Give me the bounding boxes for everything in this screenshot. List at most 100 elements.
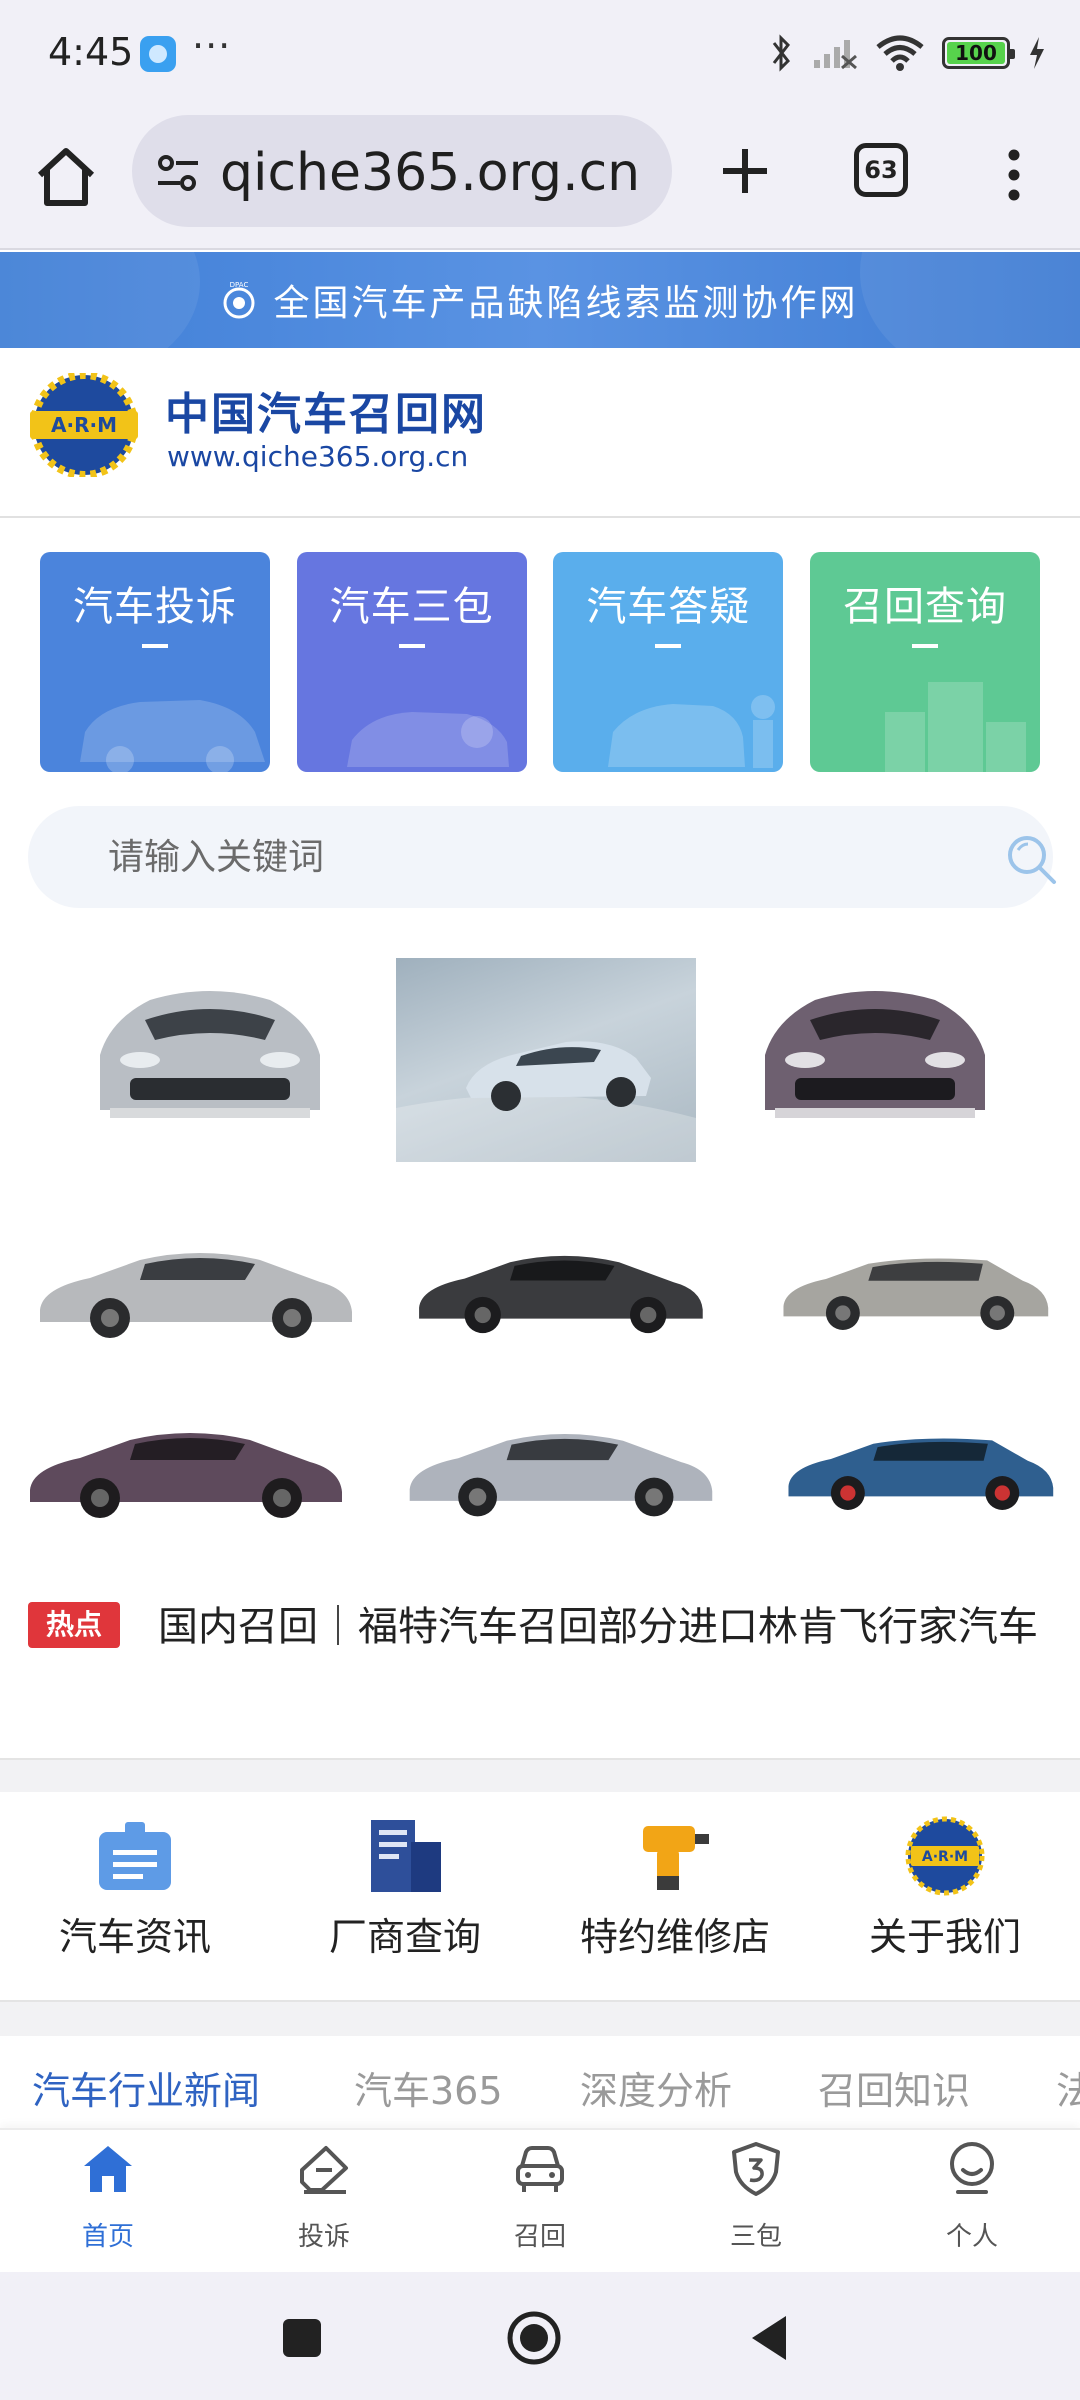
tab-industry-news[interactable]: 汽车行业新闻 — [32, 2060, 260, 2115]
arm-logo-text: A·R·M — [51, 413, 117, 437]
service-repair-shop[interactable]: 特约维修店 — [540, 1792, 810, 2000]
car-image-front-purple[interactable] — [730, 960, 1020, 1140]
arm-logo-text: A·R·M — [922, 1849, 968, 1865]
car-side-image — [419, 1255, 703, 1334]
shield-3-icon — [732, 2142, 780, 2196]
browser-menu-button[interactable] — [994, 141, 1034, 209]
back-button[interactable] — [742, 2310, 798, 2366]
nav-label: 个人 — [945, 2222, 998, 2252]
bluetooth-icon — [770, 33, 794, 73]
tab-law[interactable]: 法 — [1056, 2060, 1080, 2115]
tab-recall-knowledge[interactable]: 召回知识 — [818, 2060, 970, 2115]
nav-label: 投诉 — [297, 2222, 350, 2252]
signal-icon — [812, 36, 858, 70]
nav-label: 首页 — [81, 2222, 134, 2252]
car-front-image — [765, 991, 985, 1118]
arm-logo[interactable]: A·R·M — [20, 373, 148, 477]
section-divider — [0, 1758, 1080, 1792]
section-divider — [0, 2000, 1080, 2036]
service-car-news[interactable]: 汽车资讯 — [0, 1792, 270, 2000]
site-settings-icon[interactable] — [154, 149, 202, 197]
complaint-card[interactable]: 汽车投诉 — [40, 552, 270, 772]
nav-home[interactable]: 首页 — [0, 2130, 216, 2274]
service-about-us[interactable]: A·R·M 关于我们 — [810, 1792, 1080, 2000]
car-photo-studio[interactable] — [396, 958, 696, 1162]
site-header: A·R·M 中国汽车召回网 www.qiche365.org.cn — [0, 348, 1080, 518]
faq-card[interactable]: 汽车答疑 — [553, 552, 784, 772]
hot-news-item[interactable]: 热点 国内召回｜福特汽车召回部分进口林肯飞行家汽车 — [28, 1594, 1058, 1660]
car-front-image — [100, 991, 320, 1118]
service-label: 关于我们 — [868, 1915, 1021, 1959]
card-label: 召回查询 — [842, 584, 1007, 630]
car-image-side-purple[interactable] — [20, 1410, 350, 1520]
car-image-front-silver[interactable] — [70, 960, 350, 1140]
recent-apps-button[interactable] — [274, 2310, 330, 2366]
card-label: 汽车投诉 — [73, 584, 237, 630]
car-image-side-blue-wagon[interactable] — [780, 1410, 1060, 1520]
car-silhouette-icon — [608, 695, 776, 768]
news-icon — [99, 1822, 171, 1890]
hot-news-text: 国内召回｜福特汽车召回部分进口林肯飞行家汽车 — [158, 1604, 1038, 1650]
car-side-image — [409, 1433, 713, 1517]
service-label: 特约维修店 — [579, 1915, 770, 1959]
car-image-side-black[interactable] — [410, 1230, 710, 1340]
quick-cards: 汽车投诉 汽车三包 汽车答疑 召回查询 — [40, 552, 1040, 772]
app-notification-icon — [140, 36, 176, 72]
nav-label: 召回 — [513, 2222, 566, 2252]
home-outline-icon — [37, 148, 95, 206]
more-notifications-icon: ··· — [192, 24, 232, 68]
card-label: 汽车三包 — [329, 584, 494, 630]
car-side-image — [783, 1258, 1049, 1330]
car-image-side-light-silver[interactable] — [400, 1410, 720, 1520]
nav-complaint[interactable]: 投诉 — [216, 2130, 432, 2274]
car-side-image — [30, 1433, 342, 1518]
plus-icon — [723, 149, 767, 193]
bottom-navigation: 首页 投诉 召回 三包 个人 — [0, 2128, 1080, 2272]
nav-profile[interactable]: 个人 — [864, 2130, 1080, 2274]
search-input[interactable] — [108, 806, 968, 908]
tab-deep-analysis[interactable]: 深度分析 — [580, 2060, 732, 2115]
tab-qiche365[interactable]: 汽车365 — [354, 2060, 503, 2115]
battery-icon: 100 — [942, 37, 1015, 69]
car-side-image — [40, 1253, 352, 1338]
warranty-card[interactable]: 汽车三包 — [296, 552, 527, 772]
tab-switcher-button[interactable]: 63 — [854, 143, 908, 197]
nav-recall[interactable]: 召回 — [432, 2130, 648, 2274]
home-button[interactable] — [32, 143, 100, 211]
status-bar: 4:45 ··· 100 — [0, 0, 1080, 105]
recall-query-card[interactable]: 召回查询 — [809, 552, 1040, 772]
service-label: 汽车资讯 — [58, 1915, 211, 1959]
car-image-side-grey-wagon[interactable] — [775, 1230, 1055, 1340]
nav-warranty[interactable]: 三包 — [648, 2130, 864, 2274]
charging-icon — [1028, 37, 1046, 69]
more-vertical-icon — [1008, 149, 1020, 201]
wifi-icon — [876, 35, 924, 71]
complaint-icon — [300, 2146, 348, 2194]
service-manufacturer-query[interactable]: 厂商查询 — [270, 1792, 540, 2000]
card-label: 汽车答疑 — [586, 584, 751, 630]
drill-icon — [643, 1826, 709, 1890]
car-image-side-silver[interactable] — [30, 1230, 360, 1340]
status-time: 4:45 — [48, 30, 134, 74]
search-icon[interactable] — [1004, 832, 1058, 886]
hot-badge: 热点 — [28, 1602, 120, 1648]
service-label: 厂商查询 — [328, 1915, 481, 1959]
dpac-banner[interactable]: DPAC 全国汽车产品缺陷线索监测协作网 — [0, 252, 1080, 348]
browser-toolbar: qiche365.org.cn 63 — [0, 105, 1080, 250]
arm-logo-icon: A·R·M — [905, 1816, 985, 1896]
car-side-image — [788, 1438, 1054, 1510]
new-tab-button[interactable] — [715, 141, 775, 201]
battery-level: 100 — [955, 41, 997, 65]
url-text[interactable]: qiche365.org.cn — [220, 143, 640, 203]
car-icon — [516, 2146, 564, 2192]
address-bar[interactable]: qiche365.org.cn — [132, 115, 672, 227]
status-icons: 100 — [770, 30, 1046, 76]
site-url: www.qiche365.org.cn — [167, 440, 469, 473]
banner-text: 全国汽车产品缺陷线索监测协作网 — [273, 283, 859, 324]
home-system-button[interactable] — [506, 2310, 562, 2366]
building-icon — [371, 1820, 441, 1892]
user-icon — [950, 2142, 994, 2194]
dpac-logo-text: DPAC — [230, 281, 249, 289]
search-box — [28, 806, 1056, 908]
car-silhouette-icon — [80, 700, 265, 772]
